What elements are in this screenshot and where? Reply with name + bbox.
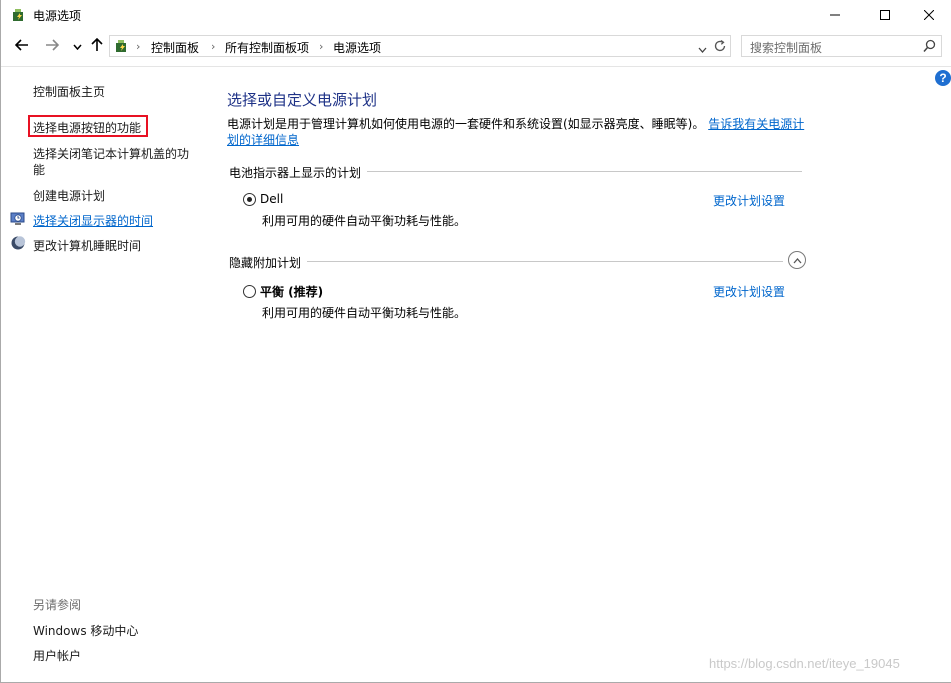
maximize-button[interactable] <box>862 0 908 30</box>
chevron-up-icon <box>793 253 802 267</box>
breadcrumb-all-items[interactable]: 所有控制面板项 <box>225 39 309 56</box>
sidebar-item-control-panel-home[interactable]: 控制面板主页 <box>33 83 105 100</box>
window-title: 电源选项 <box>33 9 82 23</box>
forward-button[interactable] <box>42 36 62 56</box>
search-placeholder: 搜索控制面板 <box>750 41 823 55</box>
sidebar-item-sleep-time[interactable]: 更改计算机睡眠时间 <box>33 237 141 254</box>
change-plan-settings-link[interactable]: 更改计划设置 <box>713 192 785 209</box>
address-bar[interactable]: › 控制面板 › 所有控制面板项 › 电源选项 <box>109 35 731 57</box>
group-divider <box>367 171 802 172</box>
minimize-button[interactable] <box>812 0 858 30</box>
change-plan-settings-link[interactable]: 更改计划设置 <box>713 283 785 300</box>
chevron-down-icon <box>72 39 82 53</box>
see-also-mobility-center[interactable]: Windows 移动中心 <box>33 622 138 639</box>
breadcrumb-separator[interactable]: › <box>211 40 215 53</box>
refresh-icon[interactable] <box>713 39 727 56</box>
monitor-clock-icon <box>10 210 26 229</box>
description-text: 电源计划是用于管理计算机如何使用电源的一套硬件和系统设置(如显示器亮度、睡眠等)… <box>227 117 705 131</box>
forward-arrow-icon <box>45 38 60 54</box>
control-panel-icon <box>114 38 130 57</box>
address-dropdown-icon[interactable] <box>698 42 707 56</box>
navigation-bar: › 控制面板 › 所有控制面板项 › 电源选项 搜索控制面板 <box>1 30 951 62</box>
page-title: 选择或自定义电源计划 <box>227 91 378 109</box>
group-title-battery-meter: 电池指示器上显示的计划 <box>229 166 362 180</box>
close-icon <box>924 10 934 20</box>
help-icon: ? <box>939 71 947 85</box>
sidebar-item-power-button-function[interactable]: 选择电源按钮的功能 <box>33 119 141 136</box>
power-options-icon <box>11 7 27 23</box>
breadcrumb-control-panel[interactable]: 控制面板 <box>151 39 199 56</box>
see-also-user-accounts[interactable]: 用户帐户 <box>33 647 81 664</box>
up-button[interactable] <box>87 36 107 56</box>
up-arrow-icon <box>91 37 103 55</box>
maximize-icon <box>880 10 890 20</box>
breadcrumb-separator: › <box>136 40 141 53</box>
plan-radio-dell[interactable] <box>243 193 256 206</box>
sidebar-item-lid-close-function-cont[interactable]: 能 <box>33 161 45 178</box>
plan-description: 利用可用的硬件自动平衡功耗与性能。 <box>262 306 467 320</box>
sidebar-item-display-off-time[interactable]: 选择关闭显示器的时间 <box>33 212 153 229</box>
watermark: https://blog.csdn.net/iteye_19045 <box>709 656 900 671</box>
page-description: 电源计划是用于管理计算机如何使用电源的一套硬件和系统设置(如显示器亮度、睡眠等)… <box>227 116 807 148</box>
sleep-moon-icon <box>10 235 26 254</box>
search-icon[interactable] <box>923 39 936 56</box>
breadcrumb-power-options[interactable]: 电源选项 <box>333 39 381 56</box>
close-button[interactable] <box>906 0 951 30</box>
group-title-hide-additional: 隐藏附加计划 <box>229 256 302 270</box>
plan-name-dell[interactable]: Dell <box>260 192 283 206</box>
collapse-button[interactable] <box>788 251 806 269</box>
plan-description: 利用可用的硬件自动平衡功耗与性能。 <box>262 214 467 228</box>
plan-name-balanced[interactable]: 平衡 (推荐) <box>260 283 323 300</box>
learn-more-link[interactable]: 告诉我有关电源计 <box>708 117 804 131</box>
sidebar-item-create-power-plan[interactable]: 创建电源计划 <box>33 187 105 204</box>
back-arrow-icon <box>14 38 29 54</box>
search-field[interactable]: 搜索控制面板 <box>741 35 942 57</box>
breadcrumb-separator[interactable]: › <box>319 40 323 53</box>
divider <box>1 66 951 67</box>
recent-locations-button[interactable] <box>67 36 87 56</box>
title-bar: 电源选项 <box>1 0 951 30</box>
learn-more-link-cont[interactable]: 划的详细信息 <box>227 133 299 147</box>
back-button[interactable] <box>12 36 32 56</box>
power-options-window: 电源选项 › 控制面板 › 所有控制面板项 › 电源选项 搜索控制面板 ? 控制… <box>0 0 951 683</box>
group-divider <box>307 261 783 262</box>
sidebar-item-lid-close-function[interactable]: 选择关闭笔记本计算机盖的功 <box>33 145 189 162</box>
help-button[interactable]: ? <box>935 70 951 86</box>
see-also-heading: 另请参阅 <box>33 598 82 612</box>
plan-radio-balanced[interactable] <box>243 285 256 298</box>
minimize-icon <box>830 10 840 20</box>
